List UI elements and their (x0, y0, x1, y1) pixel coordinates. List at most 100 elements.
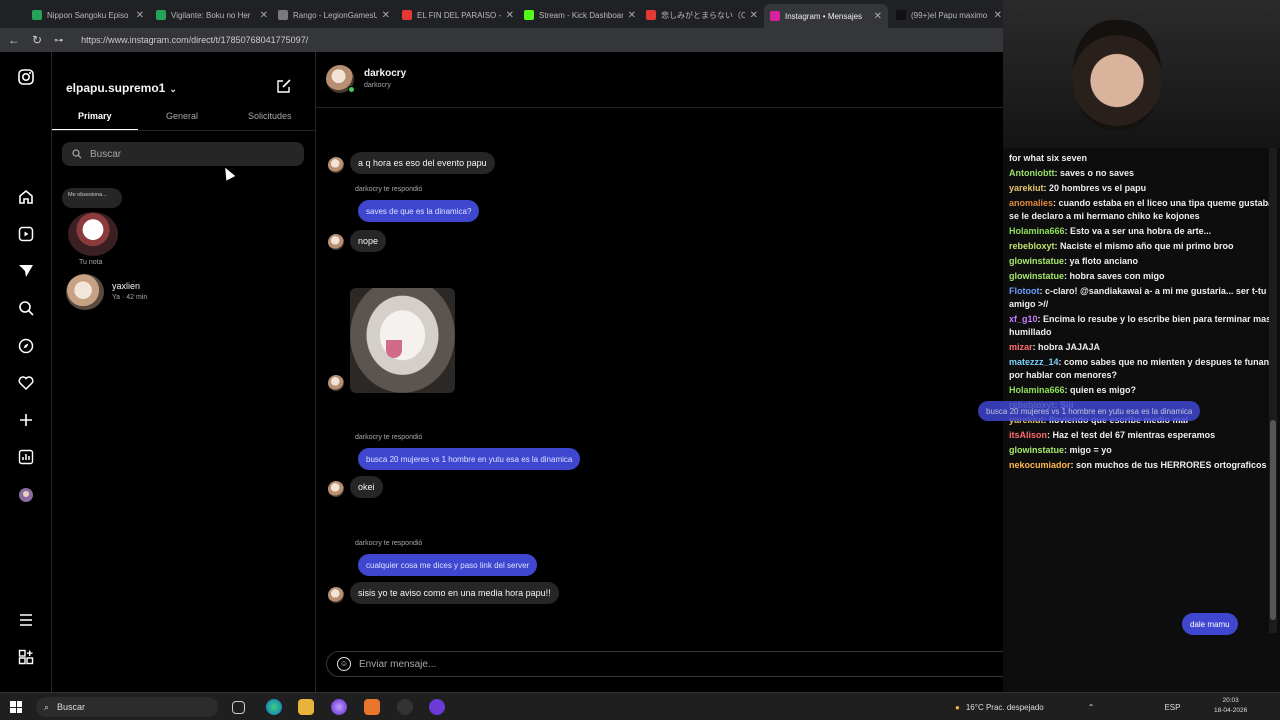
browser-tab[interactable]: 悲しみがとまらない（CA ✕ (640, 4, 764, 26)
microphone-app-icon[interactable] (364, 699, 380, 715)
url-field[interactable]: https://www.instagram.com/direct/t/17850… (81, 35, 308, 45)
note-bubble[interactable]: Me obsesiona... (62, 188, 122, 208)
new-message-icon[interactable] (276, 78, 292, 98)
account-switcher[interactable]: elpapu.supremo1 ⌄ (66, 81, 177, 95)
chat-text: : son muchos de tus HERRORES ortografico… (1070, 460, 1267, 470)
app-icon[interactable] (429, 699, 445, 715)
chat-username[interactable]: Antoniobtt (1009, 168, 1054, 178)
chevron-down-icon: ⌄ (169, 84, 177, 94)
browser-tab[interactable]: Stream - Kick Dashboar ✕ (518, 4, 642, 26)
message-bubble-out[interactable]: saves de que es la dinamica? (358, 200, 480, 222)
chat-username[interactable]: nekocumiador (1009, 460, 1071, 470)
message-bubble-in[interactable]: nope (350, 230, 387, 252)
message-bubble-in[interactable]: okei (350, 476, 383, 498)
message-bubble-out[interactable]: busca 20 mujeres vs 1 hombre en yutu esa… (358, 448, 581, 470)
sent-message-bubble[interactable]: dale mamu (1182, 613, 1238, 635)
direct-messages-icon[interactable] (17, 263, 35, 281)
language-indicator[interactable]: ESP (1164, 703, 1180, 712)
chat-username[interactable]: xf_g10 (1009, 314, 1038, 324)
close-tab-icon[interactable]: ✕ (260, 10, 268, 21)
windows-start-icon[interactable] (10, 701, 22, 713)
chat-text: : Encima lo resube y lo escribe bien par… (1009, 314, 1272, 337)
close-tab-icon[interactable]: ✕ (382, 10, 390, 21)
weather-text[interactable]: 16°C Prac. despejado (966, 703, 1044, 712)
clock[interactable]: 20:03 18-04-2026 (1214, 696, 1247, 716)
chat-username[interactable]: Holamina666 (1009, 385, 1065, 395)
notifications-heart-icon[interactable] (17, 375, 35, 393)
taskbar-search[interactable]: ⌕ Buscar (36, 697, 218, 717)
close-tab-icon[interactable]: ✕ (506, 10, 514, 21)
tab-requests[interactable]: Solicitudes (248, 111, 292, 121)
more-menu-icon[interactable] (17, 612, 35, 630)
chat-username[interactable]: matezzz_14 (1009, 357, 1059, 367)
chat-username[interactable]: glowinstatue (1009, 271, 1064, 281)
avatar (66, 274, 104, 310)
home-icon[interactable] (17, 189, 35, 207)
tray-chevron-icon[interactable]: ⌃ (1088, 703, 1095, 712)
chat-username[interactable]: itsAlison (1009, 430, 1047, 440)
browser-tab[interactable]: EL FIN DEL PARAISO - m ✕ (396, 4, 520, 26)
edge-browser-icon[interactable] (266, 699, 282, 715)
browser-tab[interactable]: Rango - LegionGamesU ✕ (272, 4, 396, 26)
site-info-icon[interactable]: ⊶ (54, 35, 63, 46)
close-tab-icon[interactable]: ✕ (874, 11, 882, 22)
chat-text: : quien es migo? (1064, 385, 1137, 395)
avatar (328, 481, 344, 497)
dashboard-icon[interactable] (17, 449, 35, 467)
search-input[interactable]: Buscar (62, 142, 304, 166)
stream-chat-message: anomalies: cuando estaba en el liceo una… (1009, 197, 1277, 223)
browser-tab[interactable]: Nippon Sangoku Episo ✕ (26, 4, 150, 26)
photo-message[interactable] (350, 288, 455, 393)
tab-general[interactable]: General (166, 111, 198, 121)
close-tab-icon[interactable]: ✕ (994, 10, 1002, 21)
active-tab-indicator (52, 129, 138, 130)
message-bubble-in[interactable]: a q hora es eso del evento papu (350, 152, 495, 174)
profile-avatar-icon[interactable] (17, 487, 35, 505)
message-bubble-out[interactable]: cualquier cosa me dices y paso link del … (358, 554, 538, 576)
reels-icon[interactable] (17, 226, 35, 244)
chat-text: : Naciste el mismo año que mi primo broo (1054, 241, 1234, 251)
task-view-icon[interactable] (232, 701, 245, 714)
clock-date: 18-04-2026 (1214, 707, 1248, 714)
conversation-item[interactable]: yaxlien Ya · 42 min (66, 274, 296, 310)
explore-icon[interactable] (17, 338, 35, 356)
emoji-icon[interactable]: ☺ (337, 657, 351, 671)
tab-favicon-icon (402, 10, 412, 20)
chat-username[interactable]: Holamina666 (1009, 226, 1065, 236)
close-tab-icon[interactable]: ✕ (628, 10, 636, 21)
chat-username[interactable]: rebebloxyt (1009, 241, 1055, 251)
threads-apps-icon[interactable] (17, 649, 35, 667)
file-explorer-icon[interactable] (298, 699, 314, 715)
close-tab-icon[interactable]: ✕ (750, 10, 758, 21)
chat-username[interactable]: Flotoot (1009, 286, 1040, 296)
stream-chat-message: Holamina666: quien es migo? (1009, 384, 1277, 397)
chat-contact-name[interactable]: darkocry (364, 68, 406, 79)
message-bubble-in[interactable]: sisis yo te aviso como en una media hora… (350, 582, 559, 604)
chat-username[interactable]: glowinstatue (1009, 256, 1064, 266)
note-avatar[interactable] (68, 212, 118, 256)
chat-username[interactable]: mizar (1009, 342, 1033, 352)
tab-title: (99+)el Papu maximo (6 (911, 10, 989, 20)
search-icon[interactable] (17, 300, 35, 318)
tab-primary[interactable]: Primary (78, 111, 112, 121)
chat-app-icon[interactable] (331, 699, 347, 715)
chat-username[interactable]: glowinstatue (1009, 445, 1064, 455)
obs-icon[interactable] (397, 699, 413, 715)
back-icon[interactable]: ← (8, 33, 20, 47)
instagram-logo-icon[interactable] (17, 69, 35, 87)
chat-username[interactable]: yarekiut (1009, 183, 1044, 193)
browser-tab[interactable]: Instagram • Mensajes ✕ (764, 4, 888, 28)
reload-icon[interactable]: ↻ (32, 33, 42, 47)
scrollbar-thumb[interactable] (1270, 420, 1276, 620)
conversation-name: yaxlien (112, 281, 141, 291)
create-plus-icon[interactable] (17, 412, 35, 430)
browser-tab[interactable]: (99+)el Papu maximo (6 ✕ (890, 4, 1008, 26)
chat-header[interactable]: darkocry darkocry (316, 52, 1003, 108)
webcam-feed (1003, 0, 1280, 148)
chat-username[interactable]: anomalies (1009, 198, 1053, 208)
close-tab-icon[interactable]: ✕ (136, 10, 144, 21)
reply-label: darkocry te respondió (355, 434, 423, 441)
search-icon: ⌕ (44, 701, 50, 712)
tab-favicon-icon (646, 10, 656, 20)
browser-tab[interactable]: Vigilante: Boku no Her ✕ (150, 4, 274, 26)
